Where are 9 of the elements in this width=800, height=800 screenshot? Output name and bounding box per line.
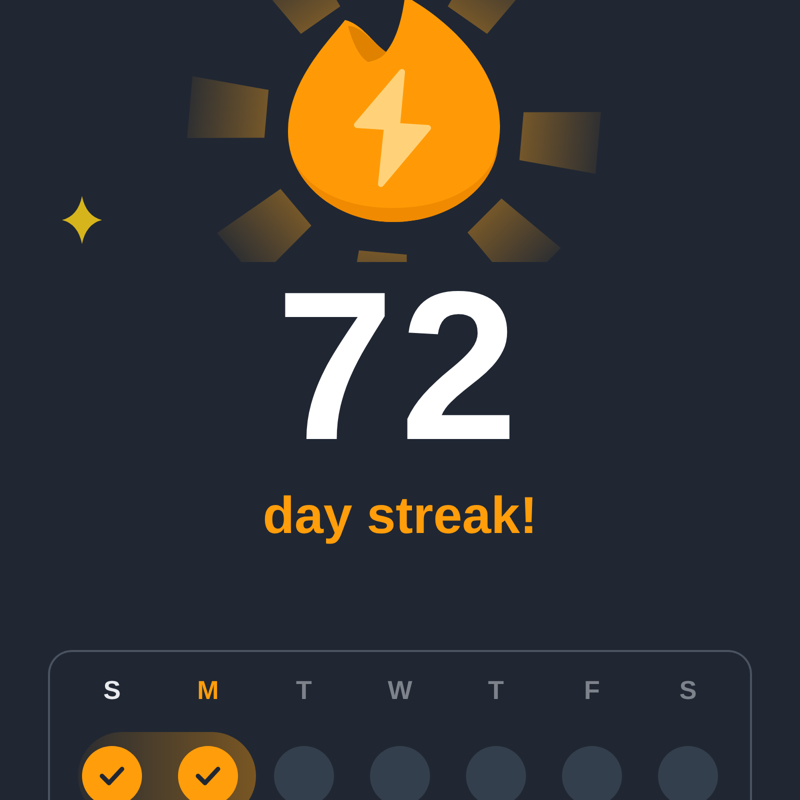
- day-label: S: [679, 674, 697, 706]
- streak-count: 72: [275, 266, 525, 466]
- day-label: W: [388, 674, 412, 706]
- day-label: S: [103, 674, 121, 706]
- streak-label: day streak!: [262, 486, 538, 546]
- day-label: F: [584, 674, 600, 706]
- day-label: M: [197, 674, 219, 706]
- day-label: T: [488, 674, 504, 706]
- day-label: T: [296, 674, 312, 706]
